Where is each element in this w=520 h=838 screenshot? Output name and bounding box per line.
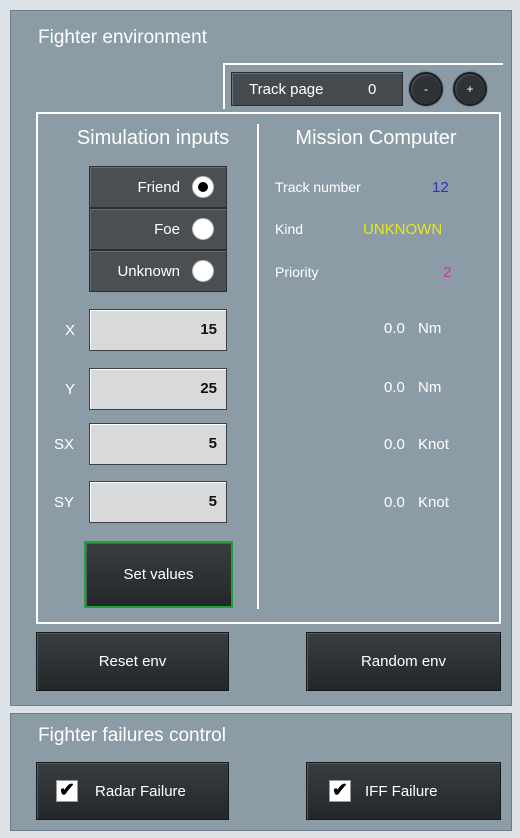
sy-readout-value: 0.0 [384,494,405,511]
plus-icon: + [466,82,474,96]
radar-failure-label: Radar Failure [95,783,186,800]
iff-checkbox-checked-icon: ✔ [329,780,351,802]
sy-label: SY [54,494,75,511]
priority-value: 2 [443,264,452,281]
sy-input[interactable]: 5 [89,481,227,523]
track-page-label: Track page [249,81,324,98]
random-env-button[interactable]: Random env [306,632,501,691]
kind-value: UNKNOWN [363,221,443,238]
x-input[interactable]: 15 [89,309,227,351]
track-page-value: 0 [368,81,377,98]
y-readout-value: 0.0 [384,379,405,396]
priority-label: Priority [275,264,319,280]
set-values-button[interactable]: Set values [84,541,233,608]
mission-computer-heading: Mission Computer [295,127,457,149]
y-readout-unit: Nm [418,379,442,396]
iff-failure-toggle[interactable]: ✔ IFF Failure [306,762,501,820]
sx-input[interactable]: 5 [89,423,227,465]
radio-empty-icon [192,218,214,240]
kind-radio-friend[interactable]: Friend [89,166,227,208]
track-page-plus-button[interactable]: + [453,72,487,106]
x-label: X [65,322,76,339]
column-divider [257,124,259,609]
sx-readout-value: 0.0 [384,436,405,453]
y-label: Y [65,381,76,398]
kind-label: Kind [275,221,304,237]
track-page-field: Track page 0 [231,72,403,106]
kind-radio-unknown[interactable]: Unknown [89,250,227,292]
simulation-inputs-heading: Simulation inputs [76,127,230,149]
sy-readout-unit: Knot [418,494,449,511]
sx-label: SX [54,436,75,453]
kind-radio-foe[interactable]: Foe [89,208,227,250]
radio-label: Friend [137,179,180,196]
x-readout-unit: Nm [418,320,442,337]
radar-failure-toggle[interactable]: ✔ Radar Failure [36,762,229,820]
panel-title: Fighter environment [38,27,207,48]
failures-title: Fighter failures control [38,725,226,746]
y-input[interactable]: 25 [89,368,227,410]
iff-failure-label: IFF Failure [365,783,438,800]
sx-readout-unit: Knot [418,436,449,453]
x-readout-value: 0.0 [384,320,405,337]
track-page-minus-button[interactable]: - [409,72,443,106]
radio-label: Unknown [117,263,180,280]
fighter-failures-panel: Fighter failures control ✔ Radar Failure… [10,713,512,831]
radar-checkbox-checked-icon: ✔ [56,780,78,802]
reset-env-button[interactable]: Reset env [36,632,229,691]
fighter-environment-panel: Fighter environment Track page 0 - + Sim… [10,10,512,706]
track-number-value: 12 [432,179,449,196]
track-number-label: Track number [275,179,361,195]
radio-empty-icon [192,260,214,282]
minus-icon: - [424,82,428,96]
radio-selected-icon [192,176,214,198]
radio-label: Foe [154,221,180,238]
